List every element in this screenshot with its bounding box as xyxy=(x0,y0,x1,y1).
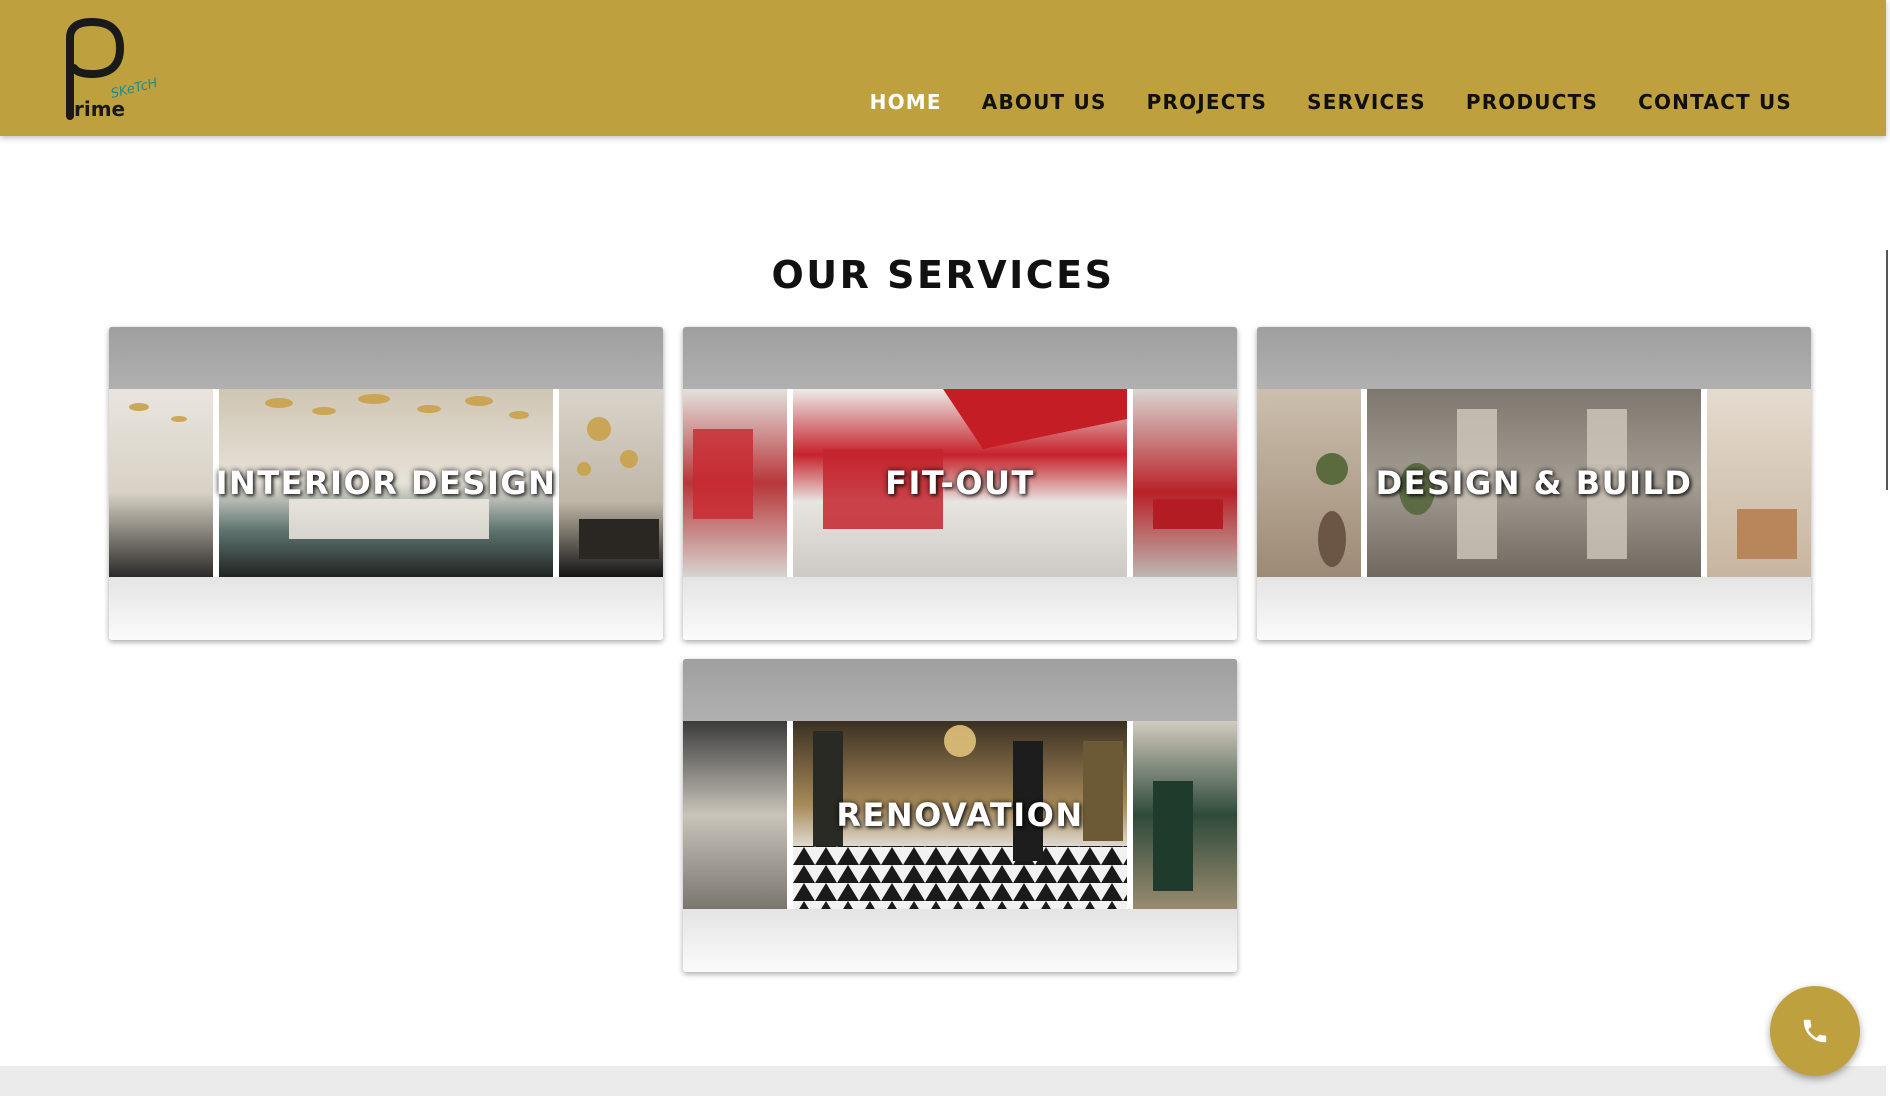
logo-script: SKeTcH xyxy=(109,76,159,102)
nav-services[interactable]: SERVICES xyxy=(1307,90,1426,114)
nav-contact-us[interactable]: CONTACT US xyxy=(1638,90,1792,114)
nav-projects[interactable]: PROJECTS xyxy=(1147,90,1268,114)
phone-icon xyxy=(1803,1019,1827,1043)
card-top-band xyxy=(683,659,1237,721)
service-title: RENOVATION xyxy=(836,795,1084,834)
card-bottom-band xyxy=(1257,577,1811,640)
nav-about-us[interactable]: ABOUT US xyxy=(982,90,1107,114)
card-top-band xyxy=(109,327,663,389)
nav-products[interactable]: PRODUCTS xyxy=(1466,90,1598,114)
scrollbar[interactable] xyxy=(1886,250,1888,490)
section-title: OUR SERVICES xyxy=(771,253,1115,298)
service-card-fit-out[interactable]: FIT-OUT xyxy=(683,327,1237,640)
service-title: INTERIOR DESIGN xyxy=(215,463,557,502)
main-nav: HOME ABOUT US PROJECTS SERVICES PRODUCTS… xyxy=(830,90,1792,114)
card-top-band xyxy=(1257,327,1811,389)
service-title: FIT-OUT xyxy=(885,463,1035,502)
site-header: rime SKeTcH HOME ABOUT US PROJECTS SERVI… xyxy=(0,0,1886,136)
card-bottom-band xyxy=(683,577,1237,640)
footer-bar xyxy=(0,1066,1886,1096)
card-bottom-band xyxy=(109,577,663,640)
phone-call-button[interactable] xyxy=(1770,986,1860,1076)
service-card-design-build[interactable]: DESIGN & BUILD xyxy=(1257,327,1811,640)
page: rime SKeTcH HOME ABOUT US PROJECTS SERVI… xyxy=(0,0,1890,1096)
service-card-renovation[interactable]: RENOVATION xyxy=(683,659,1237,972)
nav-home[interactable]: HOME xyxy=(870,90,942,114)
service-title: DESIGN & BUILD xyxy=(1375,463,1693,502)
prime-sketch-logo[interactable]: rime SKeTcH xyxy=(56,16,176,126)
card-top-band xyxy=(683,327,1237,389)
card-bottom-band xyxy=(683,909,1237,972)
service-card-interior-design[interactable]: INTERIOR DESIGN xyxy=(109,327,663,640)
